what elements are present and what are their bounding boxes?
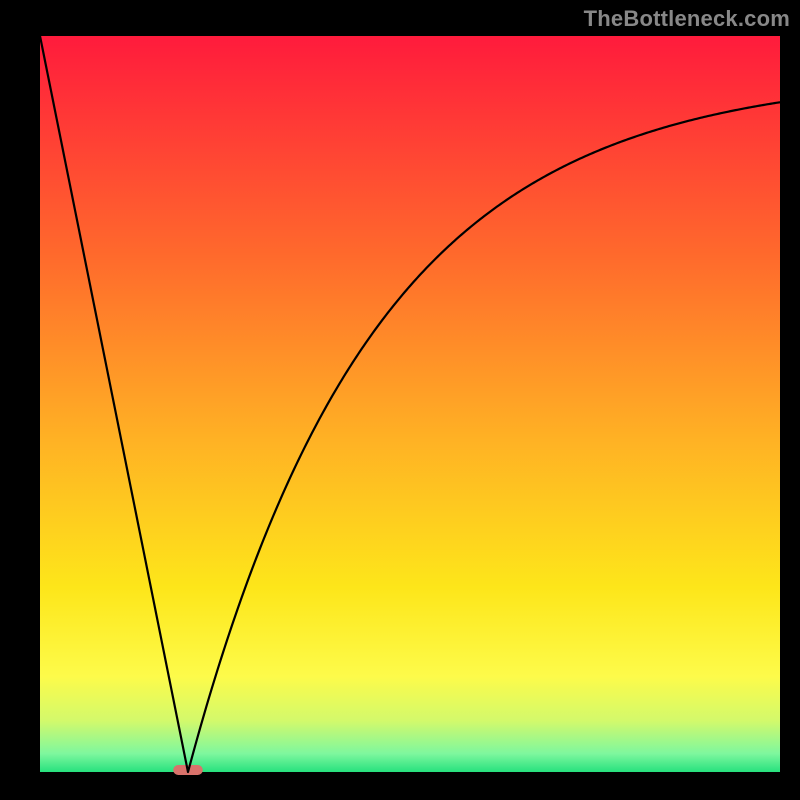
chart-frame: TheBottleneck.com [0,0,800,800]
gradient-background [40,36,780,772]
watermark-text: TheBottleneck.com [584,6,790,32]
plot-layer [40,36,780,775]
bottleneck-chart [0,0,800,800]
